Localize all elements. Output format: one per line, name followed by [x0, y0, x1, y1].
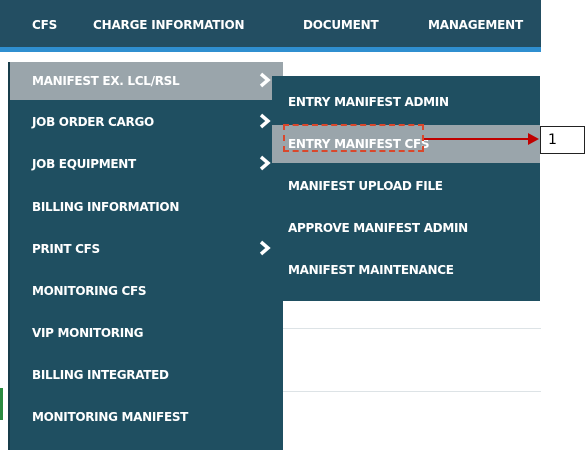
- submenu-item-label: MANIFEST MAINTENANCE: [288, 263, 454, 277]
- menu-item-label: JOB EQUIPMENT: [32, 157, 136, 171]
- submenu-item-label: ENTRY MANIFEST ADMIN: [288, 95, 449, 109]
- callout-line: [424, 138, 530, 140]
- menu-item-label: VIP MONITORING: [32, 326, 144, 340]
- page-divider: [281, 328, 541, 329]
- menu-item-label: MANIFEST EX. LCL/RSL: [32, 74, 180, 88]
- nav-accent-bar: [0, 47, 541, 52]
- menu-item-job-equipment[interactable]: JOB EQUIPMENT: [10, 145, 283, 183]
- nav-management[interactable]: MANAGEMENT: [428, 18, 523, 32]
- submenu-item-label: APPROVE MANIFEST ADMIN: [288, 221, 468, 235]
- submenu-item-manifest-maintenance[interactable]: MANIFEST MAINTENANCE: [272, 251, 540, 289]
- chevron-right-icon: [259, 155, 271, 171]
- menu-item-label: JOB ORDER CARGO: [32, 115, 154, 129]
- menu-item-vip-monitoring[interactable]: VIP MONITORING: [10, 314, 283, 352]
- submenu-item-manifest-upload-file[interactable]: MANIFEST UPLOAD FILE: [272, 167, 540, 205]
- nav-cfs[interactable]: CFS: [32, 18, 57, 32]
- menu-item-label: MONITORING CFS: [32, 284, 147, 298]
- chevron-right-icon: [259, 72, 271, 88]
- page-divider: [281, 391, 541, 392]
- page-edge-marker: [0, 388, 3, 420]
- manifest-submenu: ENTRY MANIFEST ADMIN ENTRY MANIFEST CFS …: [272, 76, 540, 301]
- cfs-dropdown-menu: MANIFEST EX. LCL/RSL JOB ORDER CARGO JOB…: [8, 62, 283, 450]
- top-navigation-bar: CFS CHARGE INFORMATION DOCUMENT MANAGEME…: [0, 0, 541, 52]
- menu-item-billing-integrated[interactable]: BILLING INTEGRATED: [10, 356, 283, 394]
- chevron-right-icon: [259, 113, 271, 129]
- menu-item-monitoring-manifest[interactable]: MONITORING MANIFEST: [10, 398, 283, 436]
- nav-document[interactable]: DOCUMENT: [303, 18, 379, 32]
- submenu-item-approve-manifest-admin[interactable]: APPROVE MANIFEST ADMIN: [272, 209, 540, 247]
- submenu-item-entry-manifest-admin[interactable]: ENTRY MANIFEST ADMIN: [272, 83, 540, 121]
- chevron-right-icon: [259, 240, 271, 256]
- menu-item-monitoring-cfs[interactable]: MONITORING CFS: [10, 272, 283, 310]
- menu-item-label: PRINT CFS: [32, 242, 100, 256]
- nav-charge-information[interactable]: CHARGE INFORMATION: [93, 18, 245, 32]
- menu-item-label: BILLING INTEGRATED: [32, 368, 169, 382]
- menu-item-label: BILLING INFORMATION: [32, 200, 180, 214]
- callout-arrow-icon: [528, 133, 539, 145]
- highlight-dashed-box: [283, 124, 424, 152]
- menu-item-billing-information[interactable]: BILLING INFORMATION: [10, 188, 283, 226]
- submenu-item-label: MANIFEST UPLOAD FILE: [288, 179, 443, 193]
- menu-item-job-order-cargo[interactable]: JOB ORDER CARGO: [10, 103, 283, 141]
- menu-item-manifest-ex-lcl-rsl[interactable]: MANIFEST EX. LCL/RSL: [10, 62, 283, 100]
- menu-item-print-cfs[interactable]: PRINT CFS: [10, 230, 283, 268]
- menu-item-label: MONITORING MANIFEST: [32, 410, 189, 424]
- callout-number: 1: [548, 132, 557, 148]
- callout-number-box: 1: [540, 126, 585, 154]
